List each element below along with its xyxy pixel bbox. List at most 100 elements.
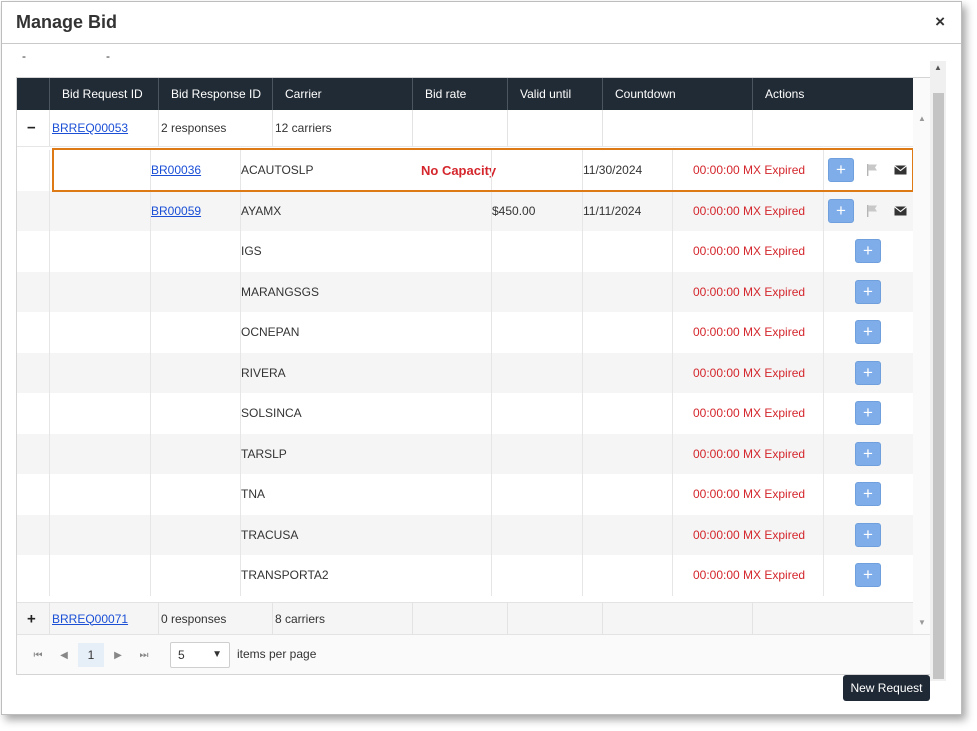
add-button[interactable]: + [828,198,854,223]
empty-cell [49,393,150,434]
bid-request-id-cell: BRREQ00053 [49,110,158,146]
grid-scrollbar[interactable]: ▲ ▼ [913,78,931,634]
bid-response-id-cell [150,474,240,515]
empty-cell [49,433,150,474]
countdown-cell: 00:00:00 MX Expired [672,474,823,515]
carrier-cell: RIVERA [240,352,491,393]
add-button[interactable]: + [828,158,854,183]
empty-cell [412,603,507,634]
countdown-cell: 00:00:00 MX Expired [672,433,823,474]
empty-cell [49,150,150,191]
dialog-title: Manage Bid [16,12,118,32]
first-page-icon[interactable]: ⏮ [31,645,45,667]
bid-request-id-cell: BRREQ00071 [49,603,158,634]
carrier-text: TRACUSA [241,527,299,542]
detail-row: SOLSINCA 00:00:00 MX Expired + [17,393,913,434]
bid-request-link[interactable]: BRREQ00053 [52,121,128,135]
bid-rate-cell [491,231,582,272]
dash-text-a: - [22,49,26,63]
bid-rate-cell [491,514,582,555]
scroll-down-icon[interactable]: ▼ [918,618,926,627]
empty-cell [602,603,752,634]
carrier-cell: AYAMX [240,190,491,231]
detail-row: TARSLP 00:00:00 MX Expired + [17,433,913,474]
valid-until-cell [582,393,672,434]
scroll-up-icon[interactable]: ▲ [918,114,926,123]
empty-cell [507,110,602,146]
carrier-text: AYAMX [241,203,282,218]
countdown-cell: 00:00:00 MX Expired [672,231,823,272]
prev-page-icon[interactable]: ◀ [57,645,71,667]
empty-cell [49,312,150,353]
envelope-icon[interactable] [891,159,909,181]
add-button[interactable]: + [855,320,881,345]
dash-text-b: - [106,49,110,63]
carrier-cell: IGS [240,231,491,272]
flag-icon[interactable] [863,159,881,181]
valid-until-cell [582,433,672,474]
detail-row: TRACUSA 00:00:00 MX Expired + [17,514,913,555]
dialog-titlebar: Manage Bid × [2,2,961,44]
add-button[interactable]: + [855,482,881,507]
header-countdown[interactable]: Countdown [602,78,752,110]
countdown-cell: 00:00:00 MX Expired [672,271,823,312]
detail-row: RIVERA 00:00:00 MX Expired + [17,352,913,393]
header-bid-response-id[interactable]: Bid Response ID [158,78,272,110]
bid-rate-cell [491,555,582,596]
add-button[interactable]: + [855,441,881,466]
scroll-thumb[interactable] [933,93,944,679]
bid-response-id-cell [150,231,240,272]
close-icon[interactable]: × [935,12,945,32]
expand-icon[interactable]: + [27,610,36,627]
bid-rate-cell [491,312,582,353]
add-button[interactable]: + [855,563,881,588]
carrier-text: MARANGSGS [241,284,320,299]
flag-icon[interactable] [863,200,881,222]
new-request-button[interactable]: New Request [843,675,930,701]
bid-response-link[interactable]: BR00036 [151,163,201,177]
add-button[interactable]: + [855,239,881,264]
countdown-text: 00:00:00 MX Expired [693,325,806,340]
scroll-up-icon[interactable]: ▲ [934,63,942,72]
carrier-cell: TNA [240,474,491,515]
envelope-icon[interactable] [891,200,909,222]
valid-until-cell: 11/11/2024 [582,190,672,231]
valid-until-text: 11/30/2024 [583,163,643,178]
add-button[interactable]: + [855,279,881,304]
countdown-text: 00:00:00 MX Expired [693,406,806,421]
header-bid-request-id[interactable]: Bid Request ID [49,78,158,110]
bid-rate-cell [491,474,582,515]
countdown-text: 00:00:00 MX Expired [693,365,806,380]
no-capacity-status: No Capacity [421,162,497,178]
detail-row: BR00059 AYAMX $450.00 11/11/2024 00:00:00 MX… [17,190,913,231]
add-button[interactable]: + [855,360,881,385]
bid-response-id-cell: BR00036 [150,150,240,191]
next-page-icon[interactable]: ▶ [111,645,125,667]
empty-cell [49,352,150,393]
carrier-text: OCNEPAN [241,325,300,340]
last-page-icon[interactable]: ⏭ [137,645,151,667]
countdown-cell: 00:00:00 MX Expired [672,352,823,393]
add-button[interactable]: + [855,401,881,426]
bid-request-link[interactable]: BRREQ00071 [52,612,128,626]
empty-cell [752,603,913,634]
valid-until-cell [582,312,672,353]
valid-until-text: 11/11/2024 [583,203,642,218]
detail-row: MARANGSGS 00:00:00 MX Expired + [17,271,913,312]
header-carrier[interactable]: Carrier [272,78,412,110]
responses-count: 2 responses [158,110,272,146]
items-per-page-label: items per page [237,647,317,661]
bid-response-id-cell [150,433,240,474]
countdown-cell: 00:00:00 MX Expired [672,190,823,231]
header-bid-rate[interactable]: Bid rate [412,78,507,110]
page-size-select[interactable]: 5 ▼ [170,642,230,668]
bid-rate-cell: $450.00 [491,190,582,231]
carrier-text: RIVERA [241,365,286,380]
header-valid-until[interactable]: Valid until [507,78,602,110]
dialog-scrollbar[interactable]: ▲ [930,61,946,681]
page-number[interactable]: 1 [78,643,104,667]
add-button[interactable]: + [855,522,881,547]
carriers-count: 12 carriers [272,110,412,146]
collapse-icon[interactable]: − [27,120,36,137]
bid-response-link[interactable]: BR00059 [151,204,201,218]
